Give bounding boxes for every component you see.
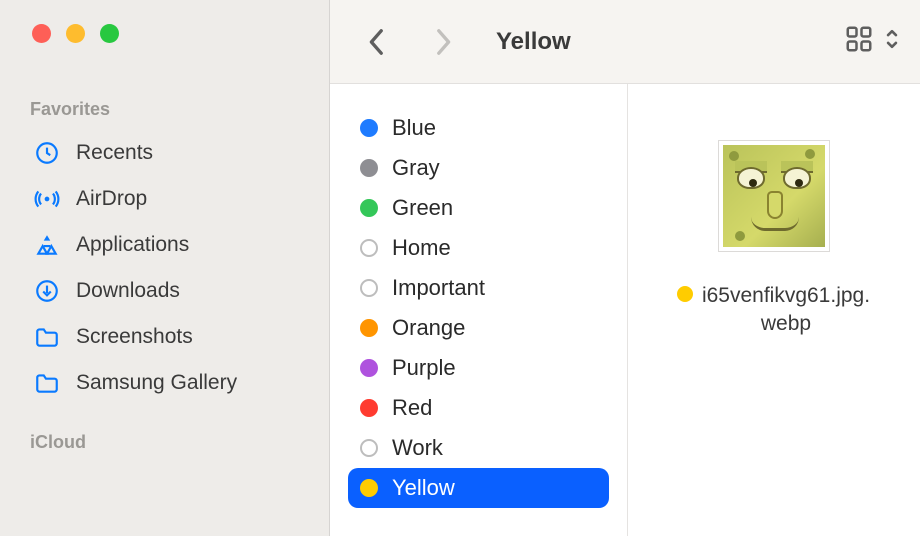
sidebar-item-label: Applications xyxy=(76,233,189,257)
folder-icon xyxy=(32,370,62,396)
sidebar-item-screenshots[interactable]: Screenshots xyxy=(0,314,319,360)
tag-dot-icon xyxy=(360,399,378,417)
sidebar-item-airdrop[interactable]: AirDrop xyxy=(0,176,319,222)
file-name-label: i65venfikvg61.jpg.webp xyxy=(701,282,871,339)
chevron-up-down-icon xyxy=(884,26,900,58)
tag-dot-icon xyxy=(360,439,378,457)
sidebar: Favorites Recents AirDrop Applications D… xyxy=(0,0,330,536)
download-icon xyxy=(32,278,62,304)
sidebar-item-samsung-gallery[interactable]: Samsung Gallery xyxy=(0,360,319,406)
tag-name-label: Work xyxy=(392,435,443,461)
tag-dot-icon xyxy=(360,479,378,497)
airdrop-icon xyxy=(32,186,62,212)
sidebar-item-downloads[interactable]: Downloads xyxy=(0,268,319,314)
sidebar-section-favorites: Favorites xyxy=(0,99,329,120)
tag-name-label: Gray xyxy=(392,155,440,181)
tag-name-label: Red xyxy=(392,395,432,421)
tag-row-blue[interactable]: Blue xyxy=(348,108,609,148)
sidebar-section-icloud: iCloud xyxy=(0,432,329,453)
tag-dot-icon xyxy=(360,319,378,337)
tag-row-purple[interactable]: Purple xyxy=(348,348,609,388)
toolbar: Yellow xyxy=(330,0,920,84)
sidebar-item-label: Downloads xyxy=(76,279,180,303)
tag-name-label: Blue xyxy=(392,115,436,141)
clock-icon xyxy=(32,140,62,166)
tags-column: Blue Gray Green Home Important Orange Purple Re… xyxy=(330,84,628,536)
tag-row-red[interactable]: Red xyxy=(348,388,609,428)
apps-icon xyxy=(32,232,62,258)
tag-dot-icon xyxy=(360,119,378,137)
tag-row-home[interactable]: Home xyxy=(348,228,609,268)
tag-dot-icon xyxy=(360,239,378,257)
tag-row-important[interactable]: Important xyxy=(348,268,609,308)
tag-name-label: Important xyxy=(392,275,485,301)
column-view: Blue Gray Green Home Important Orange Purple Re… xyxy=(330,84,920,536)
tag-dot-icon xyxy=(360,359,378,377)
window-controls xyxy=(0,24,329,43)
tag-name-label: Yellow xyxy=(392,475,455,501)
sidebar-item-recents[interactable]: Recents xyxy=(0,130,319,176)
sidebar-item-label: Samsung Gallery xyxy=(76,371,237,395)
tag-name-label: Orange xyxy=(392,315,465,341)
tag-dot-icon xyxy=(360,159,378,177)
tag-row-green[interactable]: Green xyxy=(348,188,609,228)
tag-dot-icon xyxy=(360,279,378,297)
sidebar-item-label: AirDrop xyxy=(76,187,147,211)
file-tag-dot xyxy=(677,286,693,302)
back-button[interactable] xyxy=(360,25,394,59)
tag-list: Blue Gray Green Home Important Orange Purple Re… xyxy=(348,108,609,508)
file-item[interactable]: i65venfikvg61.jpg.webp xyxy=(674,140,874,339)
sidebar-item-label: Recents xyxy=(76,141,153,165)
forward-button[interactable] xyxy=(426,25,460,59)
file-thumbnail xyxy=(718,140,830,252)
folder-icon xyxy=(32,324,62,350)
files-column: i65venfikvg61.jpg.webp xyxy=(628,84,920,536)
tag-row-orange[interactable]: Orange xyxy=(348,308,609,348)
minimize-window-button[interactable] xyxy=(66,24,85,43)
sidebar-item-applications[interactable]: Applications xyxy=(0,222,319,268)
tag-row-yellow[interactable]: Yellow xyxy=(348,468,609,508)
tag-row-gray[interactable]: Gray xyxy=(348,148,609,188)
tag-dot-icon xyxy=(360,199,378,217)
icon-view-icon xyxy=(844,24,874,60)
history-nav xyxy=(360,25,460,59)
zoom-window-button[interactable] xyxy=(100,24,119,43)
tag-name-label: Purple xyxy=(392,355,456,381)
favorites-list: Recents AirDrop Applications Downloads S… xyxy=(0,130,329,406)
main-area: Yellow Blue Gray Green Home Important Orange P… xyxy=(330,0,920,536)
tag-name-label: Green xyxy=(392,195,453,221)
close-window-button[interactable] xyxy=(32,24,51,43)
location-title: Yellow xyxy=(496,28,571,56)
sidebar-item-label: Screenshots xyxy=(76,325,193,349)
tag-row-work[interactable]: Work xyxy=(348,428,609,468)
tag-name-label: Home xyxy=(392,235,451,261)
view-options[interactable] xyxy=(844,24,900,60)
